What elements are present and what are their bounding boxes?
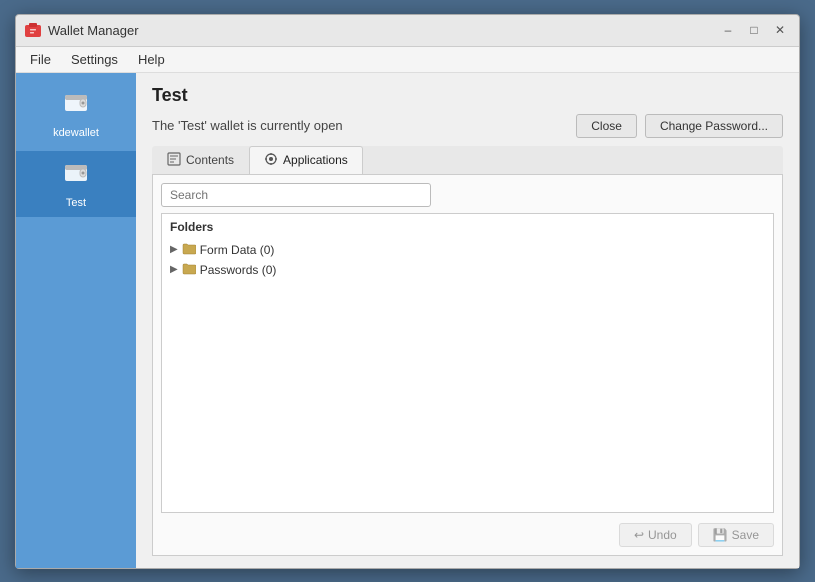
window-close-button[interactable]: ✕ — [769, 19, 791, 41]
menubar: File Settings Help — [16, 47, 799, 73]
menu-help[interactable]: Help — [128, 50, 175, 69]
folders-header: Folders — [166, 218, 769, 236]
main-content: kdewallet Test Test The 'Test' wallet is — [16, 73, 799, 568]
bottom-bar: ↩ Undo 💾 Save — [161, 519, 774, 547]
action-buttons: Close Change Password... — [576, 114, 783, 138]
minimize-button[interactable]: – — [717, 19, 739, 41]
title-bar-left: Wallet Manager — [24, 21, 139, 39]
folder-item-passwords[interactable]: ▶ Passwords (0) — [166, 260, 769, 280]
tabs: Contents — [152, 146, 783, 175]
title-bar-controls: – □ ✕ — [717, 19, 791, 41]
sidebar-item-kdewallet[interactable]: kdewallet — [16, 81, 136, 147]
sidebar: kdewallet Test — [16, 73, 136, 568]
save-label: Save — [732, 528, 759, 542]
undo-button[interactable]: ↩ Undo — [619, 523, 692, 547]
tab-applications-label: Applications — [283, 153, 348, 167]
chevron-passwords-icon: ▶ — [170, 264, 178, 275]
page-title: Test — [152, 85, 783, 106]
tab-panel: Folders ▶ Form Data (0) ▶ — [152, 175, 783, 556]
tab-content-wrapper: Contents — [152, 146, 783, 556]
folder-formdata-label: Form Data (0) — [200, 243, 275, 257]
save-icon: 💾 — [713, 528, 728, 542]
search-input[interactable] — [161, 183, 431, 207]
app-icon — [24, 21, 42, 39]
folder-formdata-icon — [182, 242, 196, 258]
tab-contents-label: Contents — [186, 153, 234, 167]
test-label: Test — [66, 197, 86, 209]
menu-settings[interactable]: Settings — [61, 50, 128, 69]
folder-item-formdata[interactable]: ▶ Form Data (0) — [166, 240, 769, 260]
folders-box: Folders ▶ Form Data (0) ▶ — [161, 213, 774, 513]
test-icon — [62, 159, 90, 193]
content-area: Test The 'Test' wallet is currently open… — [136, 73, 799, 568]
menu-file[interactable]: File — [20, 50, 61, 69]
main-window: Wallet Manager – □ ✕ File Settings Help — [15, 14, 800, 569]
undo-label: Undo — [648, 528, 677, 542]
window-title: Wallet Manager — [48, 23, 139, 38]
applications-tab-icon — [264, 152, 278, 169]
tab-applications[interactable]: Applications — [249, 146, 363, 174]
folder-passwords-icon — [182, 262, 196, 278]
save-button[interactable]: 💾 Save — [698, 523, 774, 547]
change-password-button[interactable]: Change Password... — [645, 114, 783, 138]
tab-contents[interactable]: Contents — [152, 146, 249, 174]
info-text: The 'Test' wallet is currently open — [152, 118, 343, 133]
title-bar: Wallet Manager – □ ✕ — [16, 15, 799, 47]
chevron-formdata-icon: ▶ — [170, 244, 178, 255]
sidebar-item-test[interactable]: Test — [16, 151, 136, 217]
kdewallet-icon — [62, 89, 90, 123]
maximize-button[interactable]: □ — [743, 19, 765, 41]
close-wallet-button[interactable]: Close — [576, 114, 637, 138]
kdewallet-label: kdewallet — [53, 127, 99, 139]
contents-tab-icon — [167, 152, 181, 169]
undo-icon: ↩ — [634, 528, 644, 542]
info-bar: The 'Test' wallet is currently open Clos… — [152, 114, 783, 138]
folder-passwords-label: Passwords (0) — [200, 263, 277, 277]
